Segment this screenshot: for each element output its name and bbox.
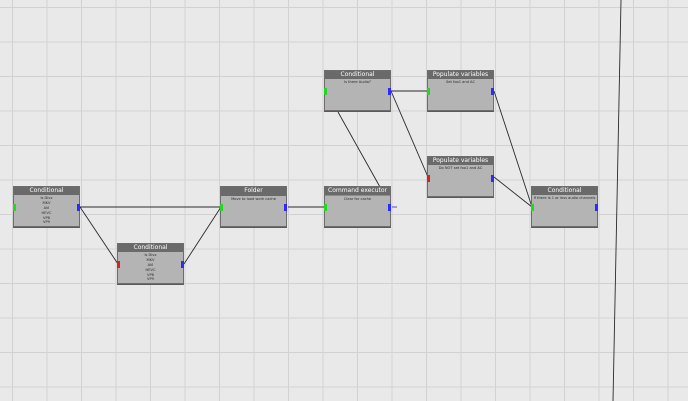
conditional-node[interactable]: Conditional If there is 1 or less audio … xyxy=(531,186,598,227)
wire xyxy=(390,90,429,178)
input-port[interactable] xyxy=(324,88,327,95)
input-port[interactable] xyxy=(13,204,16,211)
node-description: Set foo1 and AC xyxy=(428,79,493,85)
node-description: If there is 1 or less audio channels xyxy=(532,195,597,201)
node-description-line: If there is 1 or less audio channels xyxy=(533,196,596,200)
node-description: Move to load work cache xyxy=(221,196,286,202)
populate-variables-node[interactable]: Populate variables Do NOT set foo1 and A… xyxy=(427,156,494,197)
wire xyxy=(79,206,119,265)
conditional-node[interactable]: Conditional Is Divx MKV AVI HEVC VP8 VP9 xyxy=(13,186,80,227)
node-title: Command executor xyxy=(325,187,390,196)
node-title: Conditional xyxy=(14,187,79,195)
output-port[interactable] xyxy=(491,88,494,95)
output-port[interactable] xyxy=(181,261,184,268)
output-port[interactable] xyxy=(388,204,391,211)
wire xyxy=(183,206,222,265)
node-title: Populate variables xyxy=(428,71,493,79)
node-title: Conditional xyxy=(325,71,390,79)
output-port[interactable] xyxy=(284,204,287,211)
node-description: Clear for cache xyxy=(325,196,390,202)
node-description: Is there Audio? xyxy=(325,79,390,85)
output-port[interactable] xyxy=(491,175,494,182)
node-description-line: Clear for cache xyxy=(343,197,372,201)
input-port[interactable] xyxy=(427,88,430,95)
node-title: Populate variables xyxy=(428,157,493,165)
input-port[interactable] xyxy=(117,261,120,268)
node-description-line: VP9 xyxy=(147,277,154,282)
populate-variables-node[interactable]: Populate variables Set foo1 and AC xyxy=(427,70,494,111)
node-description-line: VP9 xyxy=(43,220,50,225)
input-port[interactable] xyxy=(220,204,223,211)
node-title: Conditional xyxy=(532,187,597,195)
conditional-node[interactable]: Conditional Is there Audio? xyxy=(324,70,391,111)
input-port[interactable] xyxy=(324,204,327,211)
node-description-line: Move to load work cache xyxy=(231,197,276,201)
node-description: Is Divx MKV AVI HEVC VP8 VP9 xyxy=(118,252,183,282)
command-executor-node[interactable]: Command executor Clear for cache xyxy=(324,186,391,227)
conditional-node[interactable]: Conditional Is Divx MKV AVI HEVC VP8 VP9 xyxy=(117,243,184,284)
node-title: Conditional xyxy=(118,244,183,252)
output-port[interactable] xyxy=(388,88,391,95)
input-port[interactable] xyxy=(427,175,430,182)
wire xyxy=(612,0,622,401)
node-description-line: Do NOT set foo1 and AC xyxy=(438,166,483,170)
node-description-line: Set foo1 and AC xyxy=(446,80,475,84)
node-description-line: Is there Audio? xyxy=(344,80,371,84)
output-port[interactable] xyxy=(77,204,80,211)
node-description: Do NOT set foo1 and AC xyxy=(428,165,493,171)
input-port[interactable] xyxy=(531,204,534,211)
node-title: Folder xyxy=(221,187,286,196)
node-description: Is Divx MKV AVI HEVC VP8 VP9 xyxy=(14,195,79,225)
node-graph-canvas[interactable]: Conditional Is Divx MKV AVI HEVC VP8 VP9… xyxy=(0,0,688,401)
wire xyxy=(337,111,381,188)
wire xyxy=(493,176,533,208)
output-port[interactable] xyxy=(595,204,598,211)
wire xyxy=(493,90,533,208)
folder-node[interactable]: Folder Move to load work cache xyxy=(220,186,287,227)
